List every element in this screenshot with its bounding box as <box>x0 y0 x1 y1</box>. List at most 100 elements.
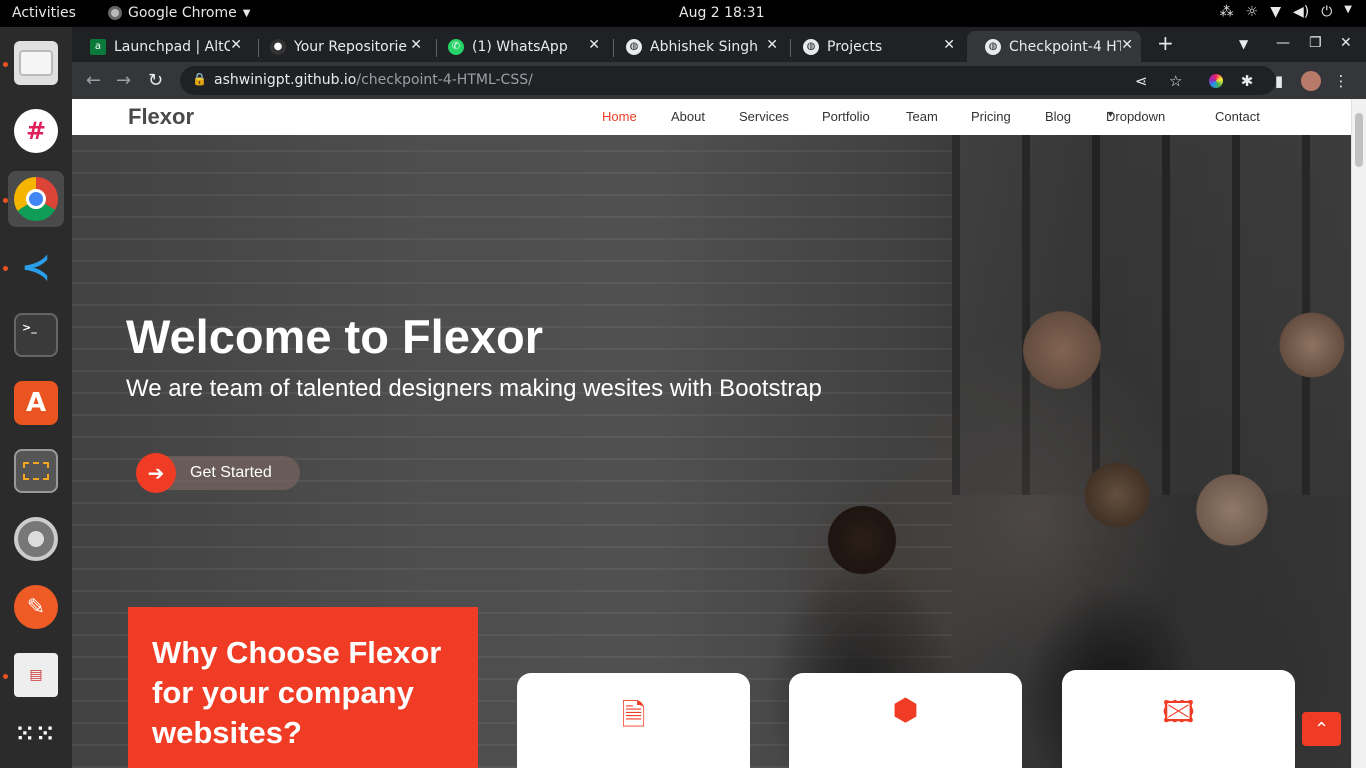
app-menu-label: Google Chrome <box>128 5 237 21</box>
dock-app-grid[interactable]: ⁙⁙ <box>8 707 64 763</box>
feature-card: 🖾 <box>1062 670 1295 768</box>
nav-portfolio[interactable]: Portfolio <box>822 109 870 124</box>
close-icon[interactable]: ✕ <box>410 37 422 53</box>
bookmark-star-icon[interactable]: ☆ <box>1169 72 1182 90</box>
document-icon: 🗎 <box>621 698 646 733</box>
globe-icon: ◍ <box>626 38 642 55</box>
browser-toolbar: ← → ↻ 🔒 ashwinigpt.github.io/checkpoint-… <box>72 62 1366 99</box>
close-icon[interactable]: ✕ <box>588 37 600 53</box>
software-store-icon: A <box>14 381 58 425</box>
minimize-icon[interactable]: — <box>1276 35 1290 51</box>
tab-strip: a Launchpad | AltC ✕ ● Your Repositorie … <box>72 27 1366 62</box>
app-menu[interactable]: Google Chrome ▼ <box>108 5 250 21</box>
dock-screenshot[interactable] <box>8 443 64 499</box>
dock-chrome[interactable] <box>8 171 64 227</box>
back-to-top-button[interactable]: ⌃ <box>1302 712 1341 746</box>
tab-repositories[interactable]: ● Your Repositorie ✕ <box>252 31 430 62</box>
tab-title: Abhishek Singh <box>650 38 758 55</box>
tab-whatsapp[interactable]: ✆ (1) WhatsApp ✕ <box>430 31 608 62</box>
chrome-icon <box>14 177 58 221</box>
nav-about[interactable]: About <box>671 109 705 124</box>
nav-blog[interactable]: Blog <box>1045 109 1071 124</box>
close-icon[interactable]: ✕ <box>230 37 242 53</box>
dock-terminal[interactable]: >_ <box>8 307 64 363</box>
reload-icon[interactable]: ↻ <box>148 70 163 91</box>
site-header: Flexor Home About Services Portfolio Tea… <box>72 99 1351 135</box>
scrollbar-thumb[interactable] <box>1355 113 1363 167</box>
dock: # ≺ >_ A ✎ ▤ ⁙⁙ <box>0 27 72 768</box>
feature-card: ⬢ <box>789 673 1022 768</box>
nav-team[interactable]: Team <box>906 109 938 124</box>
hero-title: Welcome to Flexor <box>126 310 544 363</box>
postman-icon: ✎ <box>14 585 58 629</box>
share-icon[interactable]: ⋖ <box>1135 72 1148 90</box>
tab-abhishek[interactable]: ◍ Abhishek Singh ✕ <box>608 31 786 62</box>
brightness-icon: ☼ <box>1245 4 1259 20</box>
extensions-puzzle-icon[interactable]: ✱ <box>1237 71 1257 91</box>
new-tab-icon[interactable]: + <box>1157 31 1174 55</box>
tab-title: Projects <box>827 38 883 55</box>
close-icon[interactable]: ✕ <box>943 37 955 53</box>
site-logo[interactable]: Flexor <box>128 104 194 130</box>
tab-title: Your Repositorie <box>294 38 407 55</box>
why-choose-box: Why Choose Flexor for your company websi… <box>128 607 478 768</box>
nav-contact[interactable]: Contact <box>1215 109 1260 124</box>
globe-icon: ◍ <box>803 38 819 55</box>
cube-icon: ⬢ <box>892 693 919 728</box>
forward-icon[interactable]: → <box>116 70 131 91</box>
tab-search-icon[interactable]: ▼ <box>1239 37 1248 51</box>
color-extension-icon[interactable] <box>1206 71 1226 91</box>
page-viewport: Flexor Home About Services Portfolio Tea… <box>72 99 1366 768</box>
dock-software[interactable]: A <box>8 375 64 431</box>
system-tray[interactable]: ⁂ ☼ ▼ ◀) ⏻ ▼ <box>1220 4 1352 20</box>
network-settings-icon: ⁂ <box>1219 4 1234 20</box>
back-icon[interactable]: ← <box>86 70 101 91</box>
side-panel-icon[interactable]: ▮ <box>1269 71 1289 91</box>
chart-icon: a <box>90 38 106 55</box>
clock[interactable]: Aug 2 18:31 <box>679 5 765 21</box>
hero-subtitle: We are team of talented designers making… <box>126 375 822 402</box>
browser-window: a Launchpad | AltC ✕ ● Your Repositorie … <box>72 27 1366 768</box>
dock-document-viewer[interactable]: ▤ <box>8 647 64 703</box>
chrome-menu-icon[interactable]: ⋮ <box>1331 71 1351 91</box>
nav-home[interactable]: Home <box>602 109 637 124</box>
maximize-icon[interactable]: ❐ <box>1309 35 1322 51</box>
dock-slack[interactable]: # <box>8 103 64 159</box>
dock-settings[interactable] <box>8 511 64 567</box>
slack-icon: # <box>14 109 58 153</box>
activities-button[interactable]: Activities <box>12 5 76 21</box>
power-icon: ⏻ <box>1321 4 1333 20</box>
address-bar[interactable]: 🔒 ashwinigpt.github.io/checkpoint-4-HTML… <box>180 66 1276 95</box>
dock-files[interactable] <box>8 35 64 91</box>
chevron-down-icon: ▼ <box>1106 109 1115 119</box>
tab-checkpoint[interactable]: ◍ Checkpoint-4 HT ✕ <box>967 31 1141 62</box>
arrow-right-icon: ➔ <box>136 453 176 493</box>
dock-vscode[interactable]: ≺ <box>8 239 64 295</box>
tab-title: Checkpoint-4 HT <box>1009 38 1121 55</box>
get-started-label: Get Started <box>156 456 300 490</box>
get-started-button[interactable]: ➔ Get Started <box>136 452 300 494</box>
profile-avatar[interactable] <box>1301 71 1321 91</box>
tab-launchpad[interactable]: a Launchpad | AltC ✕ <box>72 31 250 62</box>
chrome-small-icon <box>108 6 122 20</box>
document-viewer-icon: ▤ <box>14 653 58 697</box>
dock-postman[interactable]: ✎ <box>8 579 64 635</box>
nav-pricing[interactable]: Pricing <box>971 109 1011 124</box>
hero-section: Welcome to Flexor We are team of talente… <box>72 135 1351 768</box>
volume-icon: ◀) <box>1292 4 1310 20</box>
close-icon[interactable]: ✕ <box>1121 37 1133 53</box>
chevron-up-icon: ⌃ <box>1313 718 1330 740</box>
whatsapp-icon: ✆ <box>448 38 464 55</box>
app-grid-icon: ⁙⁙ <box>15 722 57 747</box>
close-icon[interactable]: ✕ <box>766 37 778 53</box>
system-top-bar: Activities Google Chrome ▼ Aug 2 18:31 ⁂… <box>0 0 1366 27</box>
images-icon: 🖾 <box>1162 695 1195 730</box>
globe-icon: ◍ <box>985 38 1001 55</box>
nav-services[interactable]: Services <box>739 109 789 124</box>
chevron-down-icon: ▼ <box>242 7 251 19</box>
tab-projects[interactable]: ◍ Projects ✕ <box>785 31 963 62</box>
window-close-icon[interactable]: ✕ <box>1340 35 1352 51</box>
github-icon: ● <box>270 38 286 55</box>
tab-title: Launchpad | AltC <box>114 38 230 55</box>
page-scrollbar[interactable] <box>1351 99 1366 768</box>
